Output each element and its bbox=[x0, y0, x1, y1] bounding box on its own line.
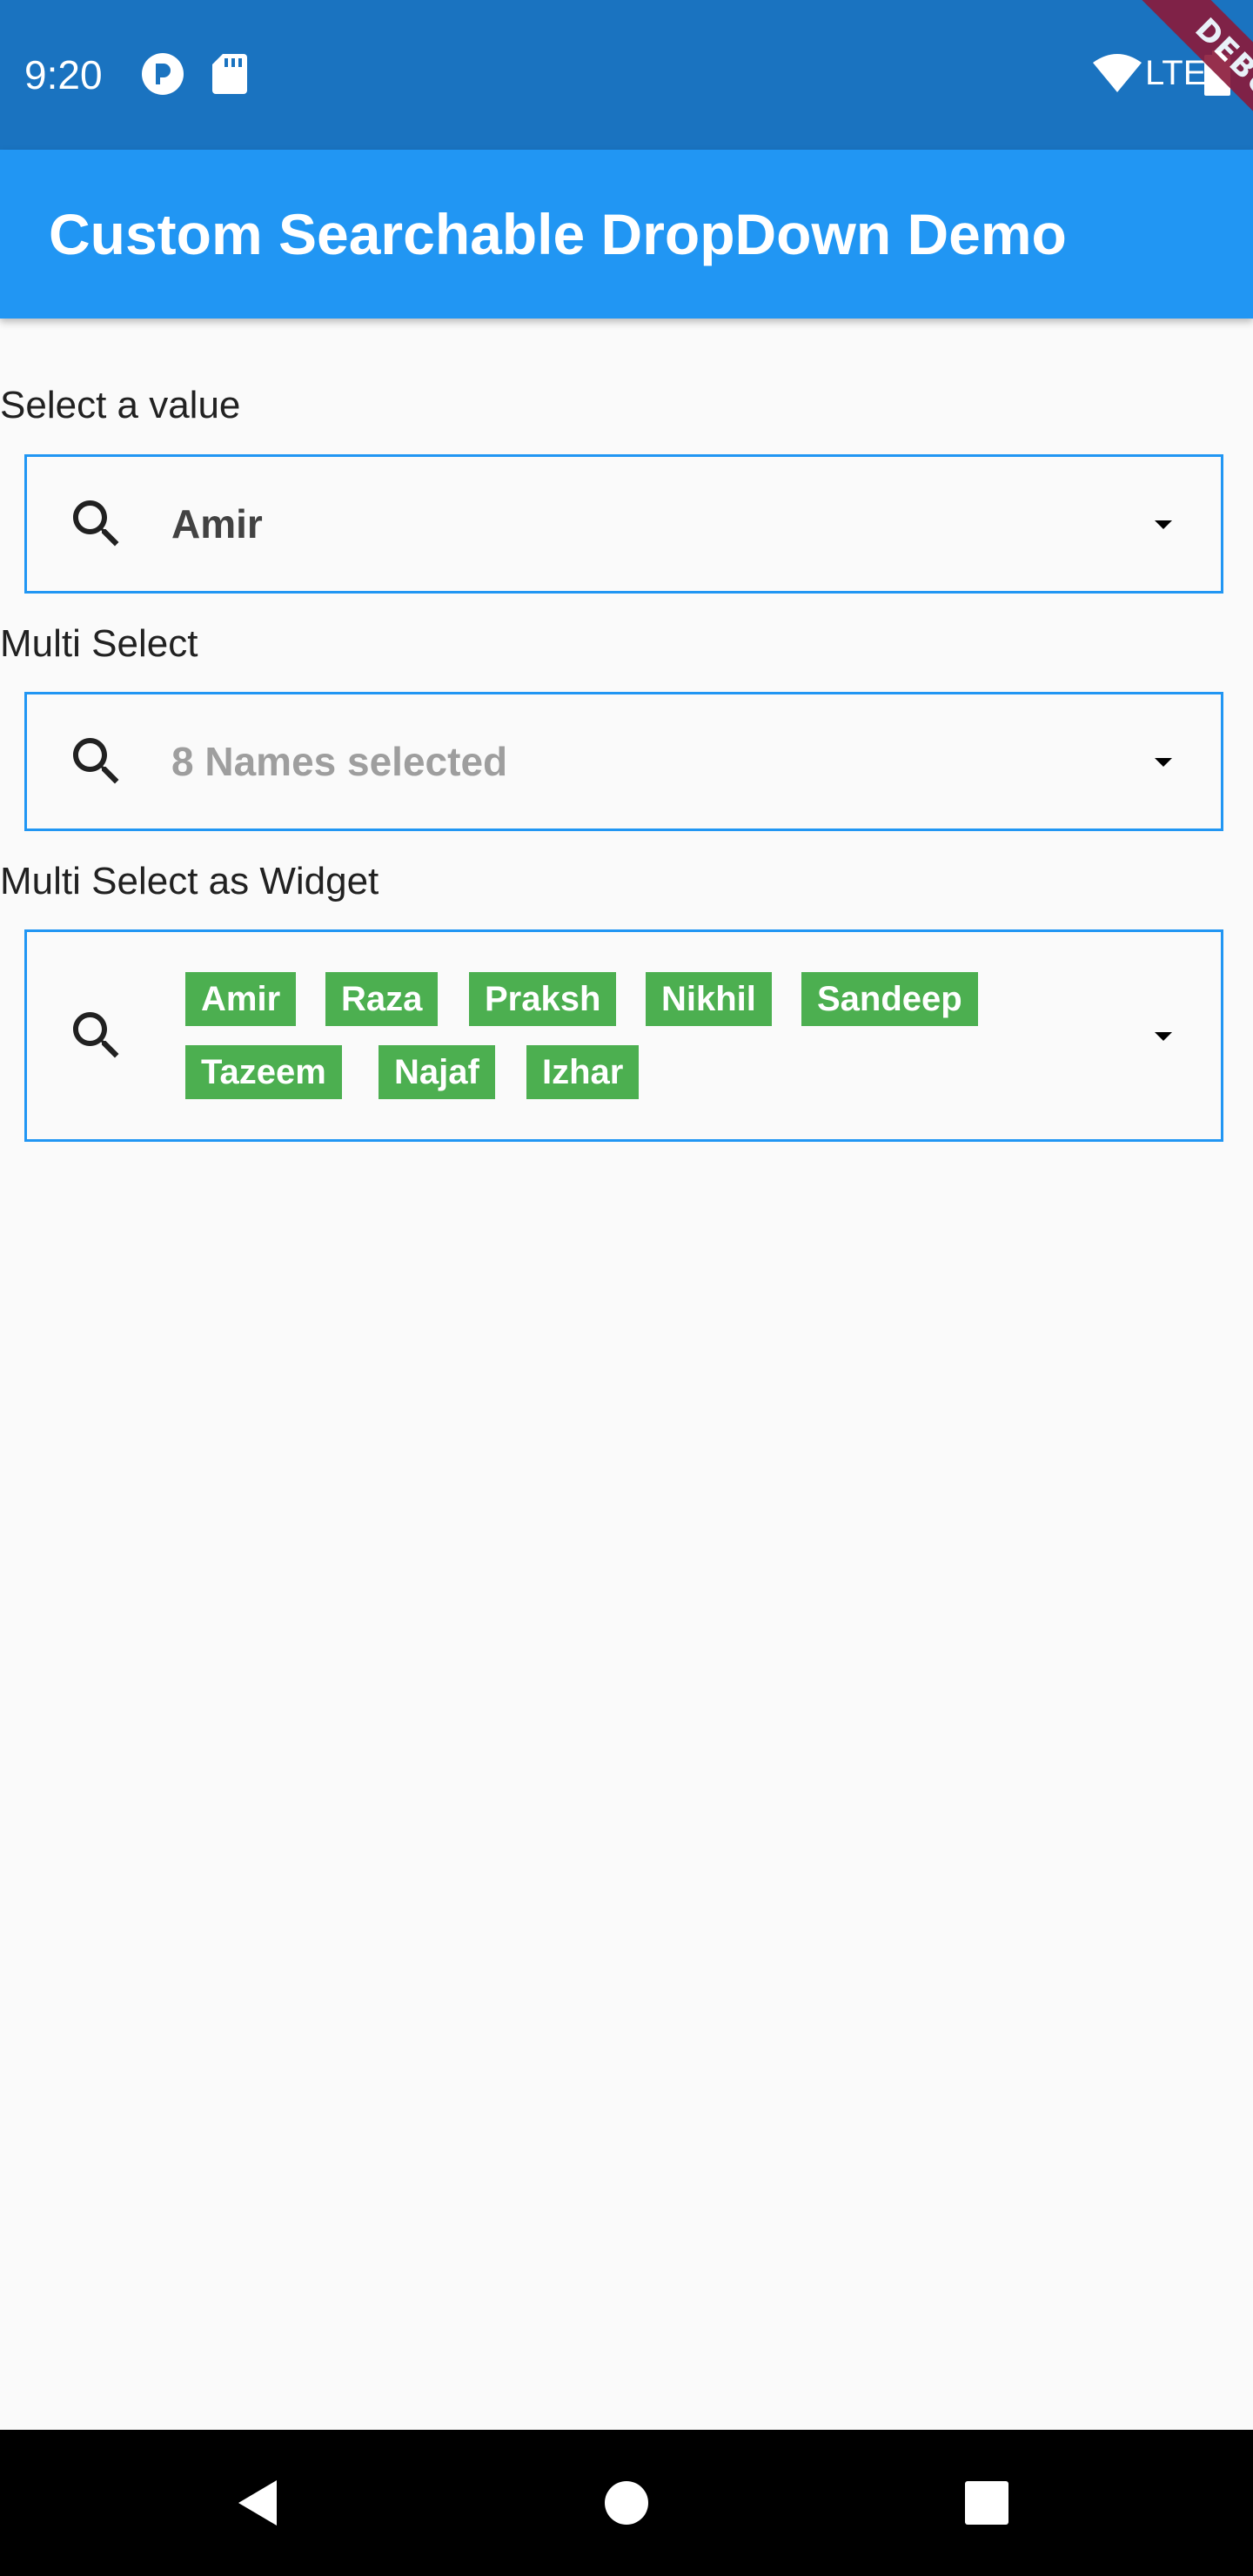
chip-praksh: Praksh bbox=[469, 972, 617, 1026]
multi-select-widget-dropdown[interactable]: Amir Raza Praksh Nikhil Sandeep Tazeem N… bbox=[24, 929, 1223, 1142]
chip-amir: Amir bbox=[185, 972, 297, 1026]
field-label-multi-select: Multi Select bbox=[0, 622, 198, 665]
chevron-down-icon bbox=[1155, 1032, 1172, 1041]
status-time: 9:20 bbox=[24, 52, 103, 97]
chevron-down-icon bbox=[1155, 520, 1172, 529]
navigation-bar bbox=[0, 2430, 1253, 2576]
chevron-down-icon bbox=[1155, 758, 1172, 767]
search-icon bbox=[73, 1012, 119, 1058]
app-title: Custom Searchable DropDown Demo bbox=[49, 202, 1067, 266]
back-icon[interactable] bbox=[226, 2468, 296, 2538]
recents-icon[interactable] bbox=[952, 2468, 1022, 2538]
sd-card-icon bbox=[212, 54, 247, 94]
single-select-value: Amir bbox=[171, 501, 263, 547]
wifi-icon bbox=[1093, 54, 1142, 92]
chip-nikhil: Nikhil bbox=[646, 972, 772, 1026]
status-bar: 9:20 LTE DEBUG bbox=[0, 0, 1253, 150]
search-icon bbox=[73, 500, 119, 547]
chip-raza: Raza bbox=[325, 972, 439, 1026]
chip-sandeep: Sandeep bbox=[801, 972, 978, 1026]
app-bar: Custom Searchable DropDown Demo bbox=[0, 150, 1253, 319]
notification-icon bbox=[142, 53, 184, 95]
multi-select-dropdown[interactable]: 8 Names selected bbox=[24, 692, 1223, 831]
chip-izhar: Izhar bbox=[526, 1045, 640, 1099]
network-label: LTE bbox=[1145, 54, 1207, 92]
chip-najaf: Najaf bbox=[379, 1045, 495, 1099]
single-select-dropdown[interactable]: Amir bbox=[24, 454, 1223, 594]
home-icon[interactable] bbox=[592, 2468, 661, 2538]
chip-tazeem: Tazeem bbox=[185, 1045, 342, 1099]
multi-select-hint: 8 Names selected bbox=[171, 739, 508, 784]
search-icon bbox=[73, 738, 119, 784]
field-label-multi-select-widget: Multi Select as Widget bbox=[0, 860, 379, 902]
field-label-select-value: Select a value bbox=[0, 384, 241, 426]
